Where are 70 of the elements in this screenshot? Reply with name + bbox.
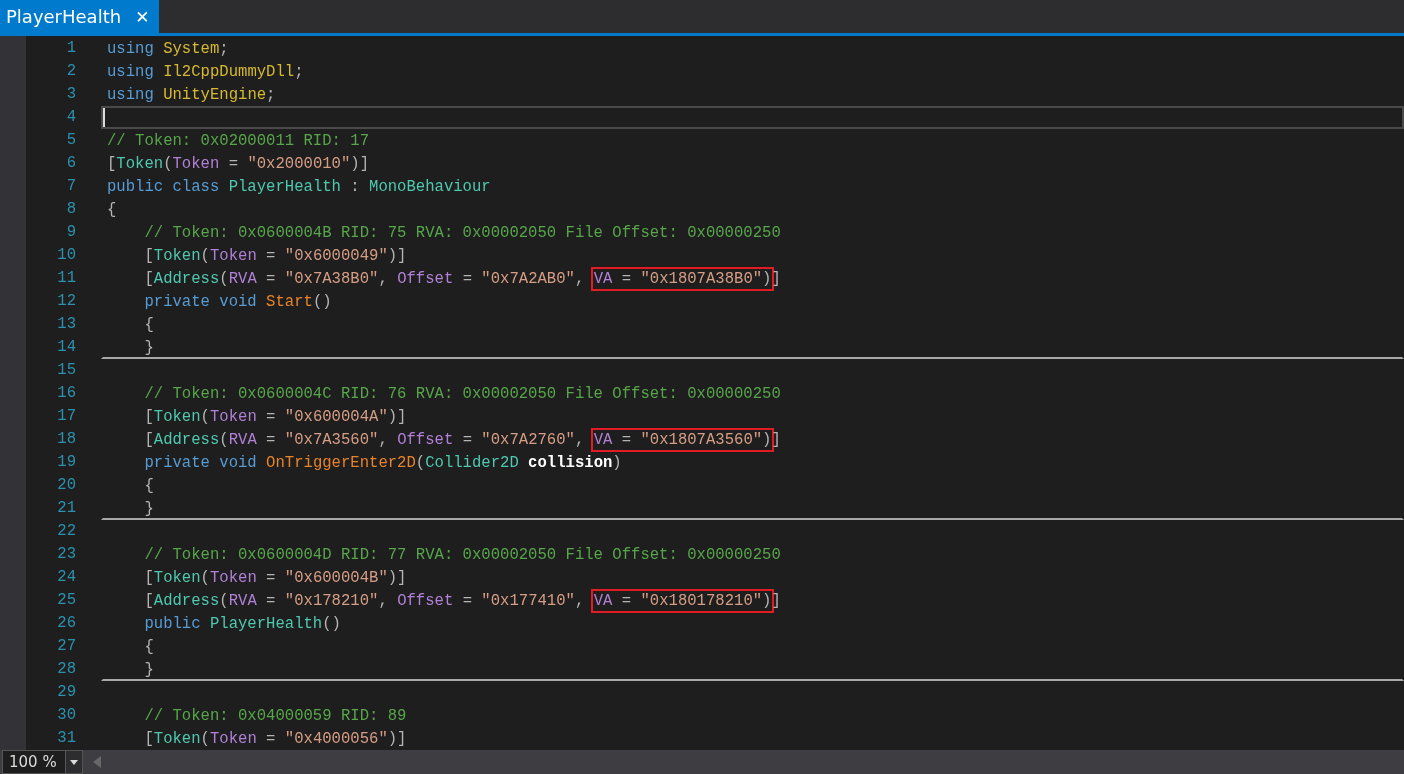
line-number: 2 bbox=[65, 61, 76, 82]
line-number: 6 bbox=[65, 153, 76, 174]
code-text: private void Start() bbox=[143, 292, 332, 311]
scroll-left-icon[interactable] bbox=[92, 756, 101, 768]
code-text: ] bbox=[771, 430, 781, 449]
line-number: 21 bbox=[56, 498, 76, 519]
code-text: // Token: 0x02000011 RID: 17 bbox=[107, 131, 370, 150]
highlight-box: VA = "0x180178210") bbox=[593, 591, 772, 610]
line-number: 22 bbox=[56, 521, 76, 542]
code-text: // Token: 0x0600004C RID: 76 RVA: 0x00002050 File Offset: 0x00000250 bbox=[143, 384, 781, 403]
line-number: 31 bbox=[56, 728, 76, 749]
line-number: 11 bbox=[56, 268, 76, 289]
file-tab[interactable]: PlayerHealth ✕ bbox=[0, 0, 160, 33]
code-text: } bbox=[143, 338, 154, 357]
line-number: 10 bbox=[56, 245, 76, 266]
code-text: { bbox=[107, 200, 117, 219]
line-number: 23 bbox=[56, 544, 76, 565]
line-number: 30 bbox=[56, 705, 76, 726]
code-text: public class PlayerHealth : MonoBehaviour bbox=[107, 177, 491, 196]
code-text: using System; bbox=[107, 39, 229, 58]
line-number: 4 bbox=[65, 107, 76, 128]
line-number: 12 bbox=[56, 291, 76, 312]
code-text: using Il2CppDummyDll; bbox=[107, 62, 304, 81]
line-number: 28 bbox=[56, 659, 76, 680]
line-number: 18 bbox=[56, 429, 76, 450]
line-number: 25 bbox=[56, 590, 76, 611]
code-text: // Token: 0x04000059 RID: 89 bbox=[143, 706, 407, 725]
code-text: // Token: 0x0600004D RID: 77 RVA: 0x00002050 File Offset: 0x00000250 bbox=[143, 545, 781, 564]
caret-icon bbox=[69, 759, 78, 765]
code-text: private void OnTriggerEnter2D(Collider2D collision) bbox=[143, 453, 622, 472]
code-text: [Token(Token = "0x2000010")] bbox=[107, 154, 370, 173]
line-number: 5 bbox=[65, 130, 76, 151]
code-text: [Address(RVA = "0x7A38B0", Offset = "0x7A2AB0", bbox=[143, 269, 586, 288]
code-text: [Address(RVA = "0x7A3560", Offset = "0x7A2760", bbox=[143, 430, 586, 449]
line-number: 1 bbox=[65, 38, 76, 59]
line-number: 13 bbox=[56, 314, 76, 335]
code-text: [Token(Token = "0x6000049")] bbox=[143, 246, 407, 265]
close-icon[interactable]: ✕ bbox=[135, 6, 150, 27]
text-cursor bbox=[103, 108, 105, 127]
line-number: 26 bbox=[56, 613, 76, 634]
line-number: 19 bbox=[56, 452, 76, 473]
highlight-box: VA = "0x1807A38B0") bbox=[593, 269, 772, 288]
line-number: 16 bbox=[56, 383, 76, 404]
code-text: } bbox=[143, 499, 154, 518]
zoom-select[interactable]: 100 % bbox=[2, 750, 83, 774]
line-number: 3 bbox=[65, 84, 76, 105]
line-number: 8 bbox=[65, 199, 76, 220]
line-number: 20 bbox=[56, 475, 76, 496]
code-text: [Token(Token = "0x4000056")] bbox=[143, 729, 407, 748]
line-number: 24 bbox=[56, 567, 76, 588]
line-number: 17 bbox=[56, 406, 76, 427]
line-number: 29 bbox=[56, 682, 76, 703]
code-text: [Token(Token = "0x600004A")] bbox=[143, 407, 407, 426]
line-number: 14 bbox=[56, 337, 76, 358]
code-text: ] bbox=[771, 269, 781, 288]
code-text: [Address(RVA = "0x178210", Offset = "0x177410", bbox=[143, 591, 586, 610]
highlight-box: VA = "0x1807A3560") bbox=[593, 430, 772, 449]
code-text: [Token(Token = "0x600004B")] bbox=[143, 568, 407, 587]
line-number: 27 bbox=[56, 636, 76, 657]
line-number: 7 bbox=[65, 176, 76, 197]
line-number: 9 bbox=[65, 222, 76, 243]
code-text: { bbox=[143, 637, 154, 656]
code-text: // Token: 0x0600004B RID: 75 RVA: 0x00002050 File Offset: 0x00000250 bbox=[143, 223, 781, 242]
code-text: public PlayerHealth() bbox=[143, 614, 341, 633]
code-text: using UnityEngine; bbox=[107, 85, 276, 104]
code-text: { bbox=[143, 315, 154, 334]
code-text: ] bbox=[771, 591, 781, 610]
line-number: 15 bbox=[56, 360, 76, 381]
code-text: { bbox=[143, 476, 154, 495]
code-text: } bbox=[143, 660, 154, 679]
